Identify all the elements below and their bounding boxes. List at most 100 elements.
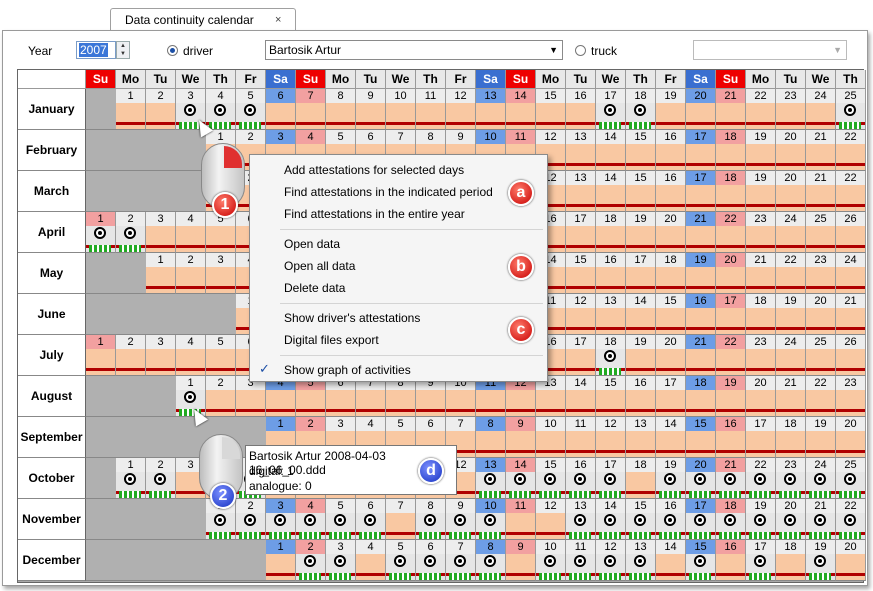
attestation-icon[interactable] — [574, 473, 586, 485]
attestation-icon[interactable] — [754, 555, 766, 567]
day-cell[interactable]: 14 — [596, 171, 626, 212]
spin-down-icon[interactable]: ▼ — [117, 50, 129, 58]
day-cell[interactable]: 16 — [656, 130, 686, 171]
attestation-icon[interactable] — [634, 555, 646, 567]
attestation-icon[interactable] — [784, 473, 796, 485]
day-cell[interactable]: 9 — [416, 376, 446, 417]
attestation-icon[interactable] — [274, 514, 286, 526]
day-cell[interactable]: 16 — [596, 253, 626, 294]
day-cell[interactable]: 24 — [806, 89, 836, 130]
day-cell[interactable]: 10 — [536, 417, 566, 458]
attestation-icon[interactable] — [604, 104, 616, 116]
day-cell[interactable]: 1 — [266, 540, 296, 581]
day-cell[interactable]: 14 — [566, 376, 596, 417]
attestation-icon[interactable] — [154, 473, 166, 485]
day-cell[interactable]: 1 — [146, 253, 176, 294]
day-cell[interactable]: 22 — [806, 376, 836, 417]
day-cell[interactable]: 14 — [596, 499, 626, 540]
day-cell[interactable]: 20 — [716, 253, 746, 294]
day-cell[interactable]: 2 — [206, 376, 236, 417]
attestation-icon[interactable] — [574, 514, 586, 526]
attestation-icon[interactable] — [244, 514, 256, 526]
day-cell[interactable]: 21 — [716, 458, 746, 499]
day-cell[interactable]: 7 — [446, 540, 476, 581]
day-cell[interactable]: 14 — [656, 417, 686, 458]
day-cell[interactable]: 9 — [356, 89, 386, 130]
day-cell[interactable]: 15 — [566, 253, 596, 294]
day-cell[interactable]: 5 — [326, 499, 356, 540]
day-cell[interactable]: 4 — [206, 89, 236, 130]
day-cell[interactable]: 5 — [296, 376, 326, 417]
day-cell[interactable]: 23 — [806, 253, 836, 294]
day-cell[interactable]: 11 — [506, 499, 536, 540]
day-cell[interactable]: 20 — [746, 376, 776, 417]
day-cell[interactable]: 17 — [746, 540, 776, 581]
day-cell[interactable]: 16 — [626, 376, 656, 417]
day-cell[interactable]: 2 — [146, 458, 176, 499]
day-cell[interactable]: 1 — [116, 89, 146, 130]
day-cell[interactable]: 19 — [656, 458, 686, 499]
day-cell[interactable]: 5 — [386, 540, 416, 581]
attestation-icon[interactable] — [544, 555, 556, 567]
day-cell[interactable]: 22 — [746, 89, 776, 130]
attestation-icon[interactable] — [484, 555, 496, 567]
day-cell[interactable]: 2 — [176, 253, 206, 294]
attestation-icon[interactable] — [604, 555, 616, 567]
day-cell[interactable]: 4 — [266, 376, 296, 417]
attestation-icon[interactable] — [724, 473, 736, 485]
tab-data-continuity-calendar[interactable]: Data continuity calendar × — [110, 8, 296, 30]
day-cell[interactable]: 10 — [476, 499, 506, 540]
day-cell[interactable]: 25 — [806, 212, 836, 253]
day-cell[interactable]: 17 — [626, 253, 656, 294]
day-cell[interactable]: 2 — [146, 89, 176, 130]
day-cell[interactable]: 18 — [596, 212, 626, 253]
attestation-icon[interactable] — [814, 473, 826, 485]
day-cell[interactable]: 11 — [476, 376, 506, 417]
day-cell[interactable]: 14 — [596, 130, 626, 171]
day-cell[interactable]: 23 — [746, 212, 776, 253]
attestation-icon[interactable] — [844, 104, 856, 116]
day-cell[interactable]: 20 — [836, 417, 866, 458]
day-cell[interactable]: 12 — [506, 376, 536, 417]
attestation-icon[interactable] — [844, 514, 856, 526]
day-cell[interactable]: 15 — [626, 130, 656, 171]
day-cell[interactable]: 13 — [566, 171, 596, 212]
day-cell[interactable]: 5 — [236, 89, 266, 130]
day-cell[interactable]: 4 — [176, 335, 206, 376]
day-cell[interactable]: 8 — [476, 417, 506, 458]
day-cell[interactable]: 1 — [116, 458, 146, 499]
day-cell[interactable]: 19 — [686, 253, 716, 294]
day-cell[interactable]: 14 — [656, 540, 686, 581]
day-cell[interactable]: 17 — [686, 499, 716, 540]
day-cell[interactable]: 16 — [656, 171, 686, 212]
menu-find-year[interactable]: Find attestations in the entire year — [284, 207, 465, 221]
attestation-icon[interactable] — [124, 227, 136, 239]
day-cell[interactable]: 19 — [746, 130, 776, 171]
day-cell[interactable]: 3 — [146, 212, 176, 253]
attestation-icon[interactable] — [664, 514, 676, 526]
day-cell[interactable]: 9 — [506, 417, 536, 458]
day-cell[interactable]: 6 — [356, 499, 386, 540]
day-cell[interactable]: 13 — [626, 417, 656, 458]
day-cell[interactable]: 6 — [266, 89, 296, 130]
attestation-icon[interactable] — [814, 514, 826, 526]
day-cell[interactable]: 13 — [566, 499, 596, 540]
day-cell[interactable]: 23 — [746, 335, 776, 376]
attestation-icon[interactable] — [544, 473, 556, 485]
day-cell[interactable]: 18 — [716, 171, 746, 212]
attestation-icon[interactable] — [454, 514, 466, 526]
day-cell[interactable]: 5 — [206, 335, 236, 376]
day-cell[interactable]: 6 — [326, 376, 356, 417]
day-cell[interactable]: 24 — [806, 458, 836, 499]
day-cell[interactable]: 19 — [776, 294, 806, 335]
close-icon[interactable]: × — [275, 14, 281, 26]
day-cell[interactable]: 16 — [716, 417, 746, 458]
day-cell[interactable]: 14 — [626, 294, 656, 335]
day-cell[interactable]: 3 — [206, 253, 236, 294]
attestation-icon[interactable] — [484, 473, 496, 485]
day-cell[interactable]: 1 — [86, 335, 116, 376]
day-cell[interactable]: 2 — [116, 335, 146, 376]
truck-radio[interactable] — [575, 45, 586, 56]
day-cell[interactable]: 23 — [776, 89, 806, 130]
day-cell[interactable]: 17 — [686, 130, 716, 171]
